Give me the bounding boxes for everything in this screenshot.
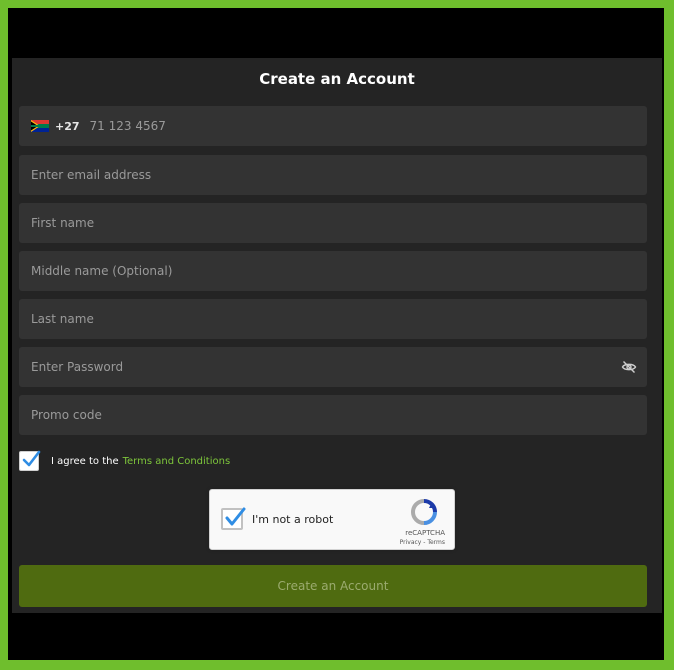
recaptcha-widget: I'm not a robot reCAPTCHA Privacy - Term… [209, 489, 455, 550]
checkmark-icon [225, 507, 246, 526]
agree-text: I agree to the [51, 455, 119, 467]
eye-off-icon[interactable] [621, 359, 637, 375]
password-placeholder: Enter Password [31, 360, 124, 374]
checkmark-icon [22, 450, 41, 467]
recaptcha-brand: reCAPTCHA [405, 529, 445, 537]
middle-name-input[interactable]: Middle name (Optional) [19, 251, 647, 291]
password-input[interactable]: Enter Password [19, 347, 647, 387]
phone-input[interactable]: +27 71 123 4567 [19, 106, 647, 146]
recaptcha-label: I'm not a robot [252, 513, 334, 526]
terms-link[interactable]: Terms and Conditions [123, 456, 231, 467]
signup-panel: Create an Account +27 71 123 4567 Enter … [12, 58, 662, 613]
first-name-placeholder: First name [31, 216, 95, 230]
recaptcha-checkbox[interactable] [221, 507, 246, 530]
last-name-input[interactable]: Last name [19, 299, 647, 339]
create-account-button[interactable]: Create an Account [19, 565, 647, 607]
email-input[interactable]: Enter email address [19, 155, 647, 195]
recaptcha-privacy-terms[interactable]: Privacy - Terms [400, 539, 445, 546]
page-title: Create an Account [259, 70, 415, 88]
promo-placeholder: Promo code [31, 408, 102, 422]
country-code[interactable]: +27 [55, 120, 80, 133]
terms-checkbox[interactable] [19, 450, 41, 471]
first-name-input[interactable]: First name [19, 203, 647, 243]
terms-agreement: I agree to the Terms and Conditions [19, 450, 231, 471]
middle-name-placeholder: Middle name (Optional) [31, 264, 173, 278]
phone-placeholder: 71 123 4567 [89, 119, 166, 133]
south-africa-flag-icon [31, 120, 49, 132]
last-name-placeholder: Last name [31, 312, 94, 326]
recaptcha-logo-icon [410, 498, 438, 526]
promo-code-input[interactable]: Promo code [19, 395, 647, 435]
email-placeholder: Enter email address [31, 168, 152, 182]
